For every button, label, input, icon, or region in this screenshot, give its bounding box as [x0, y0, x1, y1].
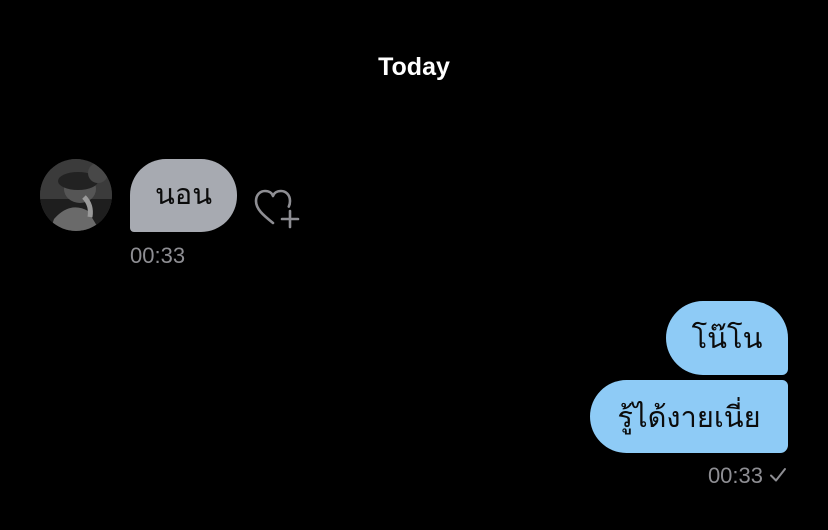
message-text: โน๊โน: [691, 321, 763, 355]
message-timestamp: 00:33: [130, 243, 186, 268]
avatar[interactable]: [40, 159, 112, 231]
message-timestamp: 00:33: [707, 463, 763, 488]
heart-add-icon[interactable]: [253, 187, 301, 231]
checkmark-icon: [768, 465, 788, 485]
avatar-photo-icon: [40, 159, 112, 231]
message-bubble-sent[interactable]: รู้ได้งายเนี่ย: [590, 380, 788, 453]
message-bubble-sent[interactable]: โน๊โน: [666, 301, 788, 375]
message-bubble-received[interactable]: นอน: [130, 159, 237, 232]
message-text: รู้ได้งายเนี่ย: [617, 399, 761, 434]
date-header: Today: [378, 53, 450, 81]
message-text: นอน: [154, 176, 213, 211]
